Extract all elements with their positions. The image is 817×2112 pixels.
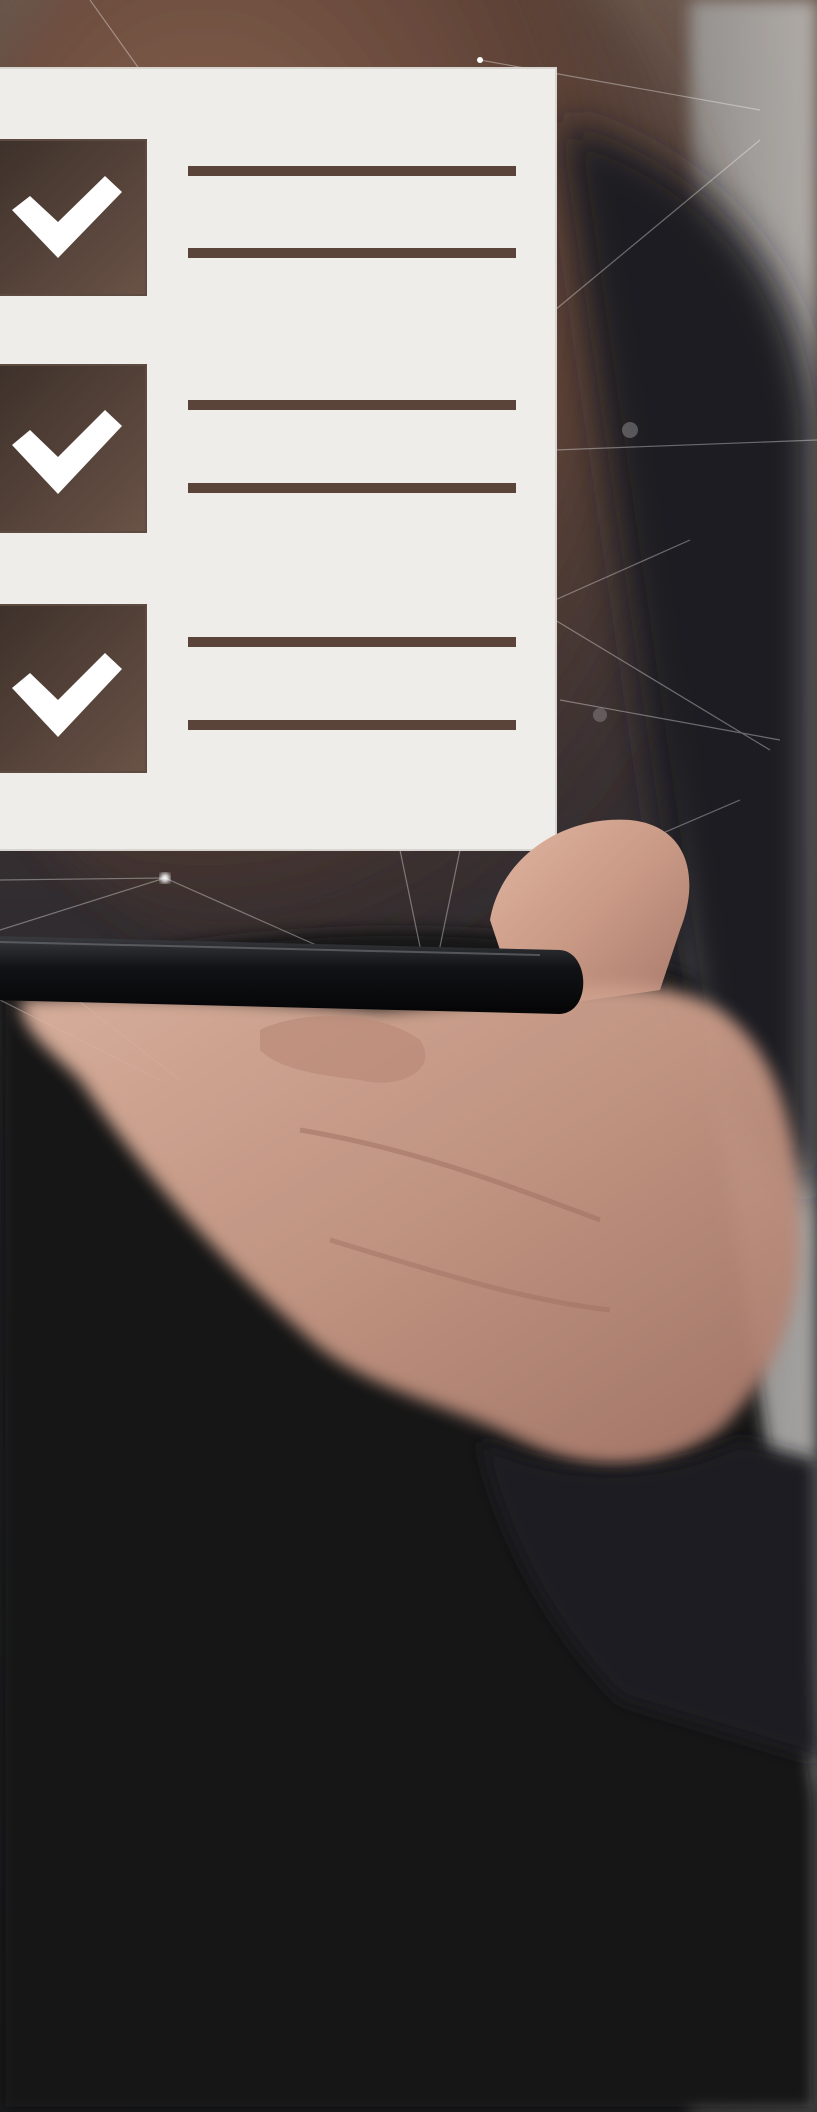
photo-scene <box>0 0 817 2112</box>
checklist-panel <box>0 67 557 851</box>
text-line <box>188 720 516 730</box>
text-line <box>188 248 516 258</box>
text-line <box>188 637 516 647</box>
text-line <box>188 166 516 176</box>
text-line <box>188 483 516 493</box>
text-line <box>188 400 516 410</box>
